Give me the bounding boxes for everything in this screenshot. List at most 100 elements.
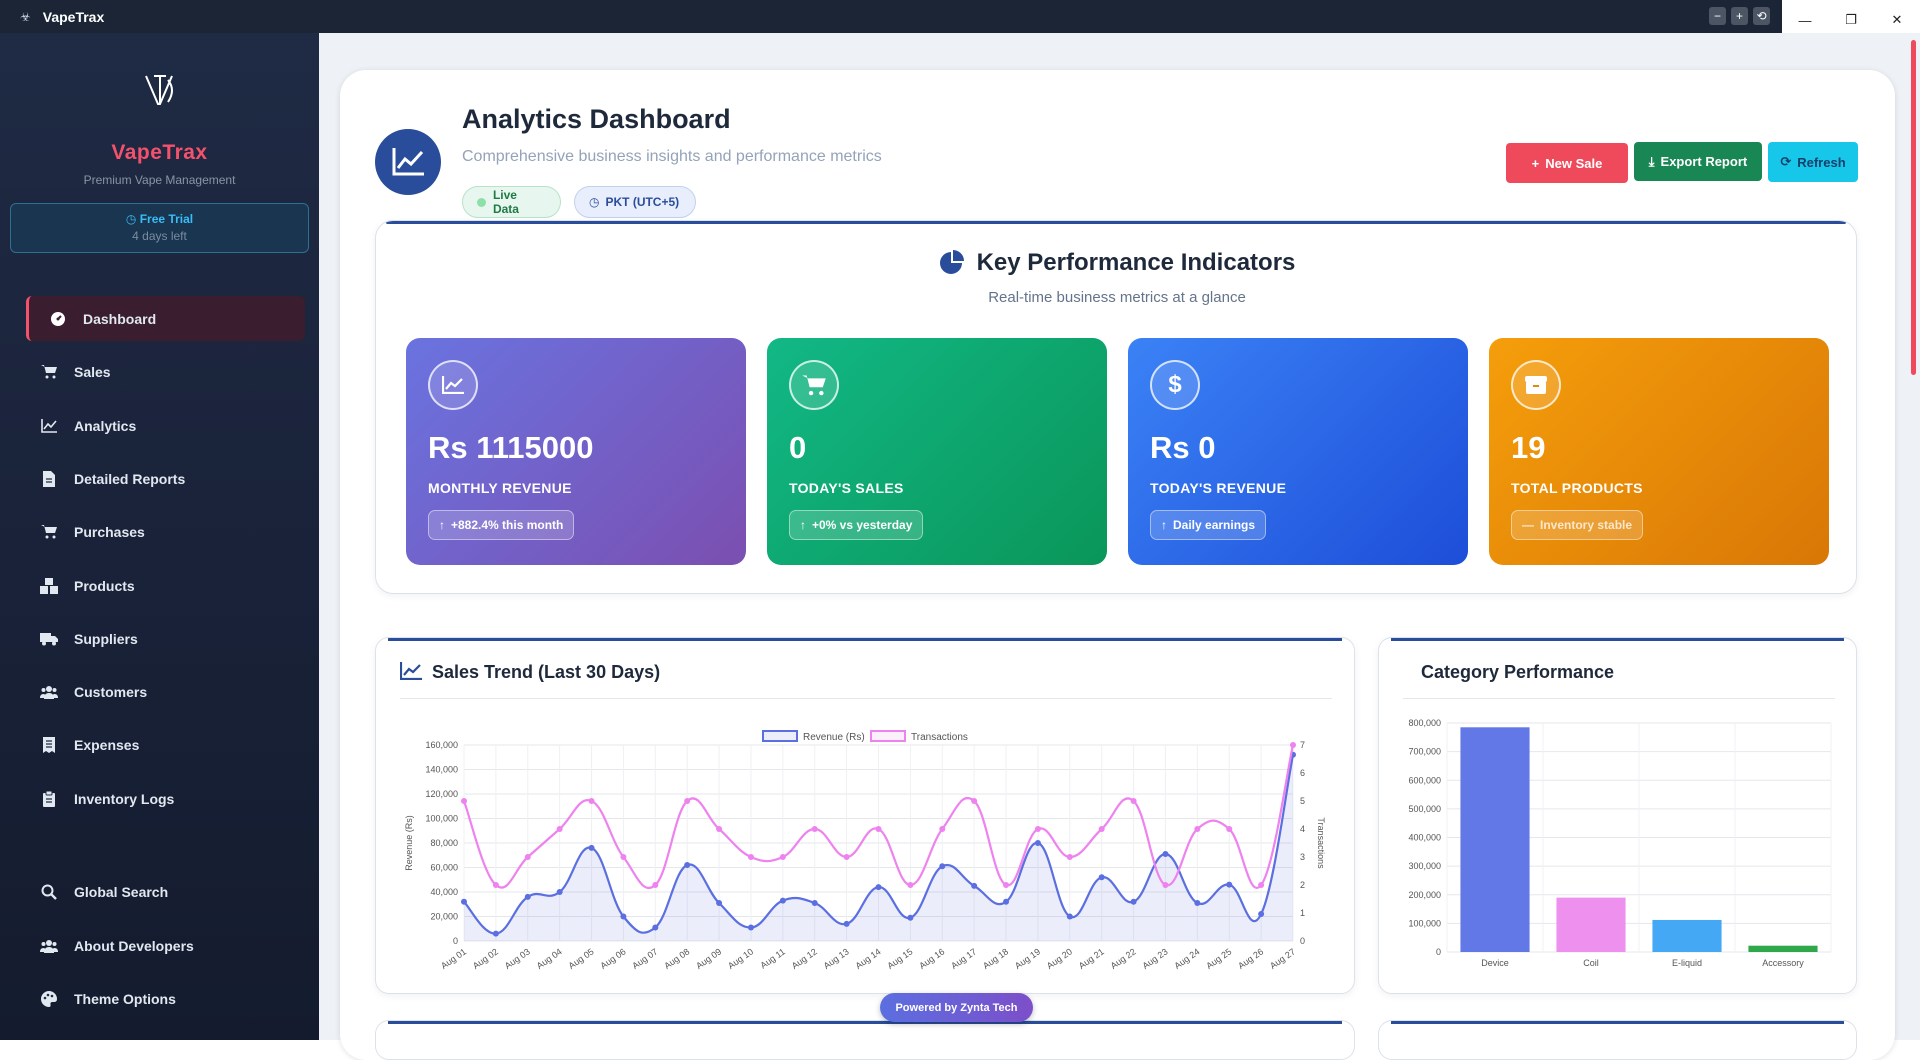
card-accent-line xyxy=(1391,638,1844,641)
category-chart[interactable]: 0 100,000 200,000 300,000 400,000 500,000 600,… xyxy=(1379,695,1857,994)
revenue-point xyxy=(620,913,627,920)
sidebar-item-detailed-reports[interactable]: Detailed Reports xyxy=(26,456,305,501)
kpi-card-todays-revenue[interactable]: $ Rs 0 TODAY'S REVENUE ↑ Daily earnings xyxy=(1128,338,1468,565)
new-sale-button[interactable]: + New Sale xyxy=(1506,143,1628,183)
reload-button[interactable]: ⟲ xyxy=(1753,7,1770,25)
sidebar-item-inventory-logs[interactable]: Inventory Logs xyxy=(26,776,305,821)
line-chart-icon xyxy=(399,662,422,681)
x-tick-label: Aug 27 xyxy=(1268,946,1297,971)
y-tick-label: 160,000 xyxy=(425,740,458,750)
x-tick-label: Aug 16 xyxy=(917,946,946,971)
users-icon xyxy=(40,939,58,953)
sidebar-item-dashboard[interactable]: Dashboard xyxy=(26,296,305,341)
box-icon xyxy=(1511,360,1561,410)
revenue-point xyxy=(1066,913,1073,920)
zoom-in-button[interactable]: + xyxy=(1731,7,1748,25)
users-icon xyxy=(40,685,58,699)
revenue-point xyxy=(716,900,723,907)
cart-icon xyxy=(40,364,58,379)
transactions-point xyxy=(971,798,978,804)
transactions-point xyxy=(461,798,467,804)
x-tick-label: Aug 20 xyxy=(1045,946,1074,971)
sidebar-item-sales[interactable]: Sales xyxy=(26,349,305,394)
sidebar-item-customers[interactable]: Customers xyxy=(26,669,305,714)
clock-icon: ◷ xyxy=(589,195,600,209)
truck-icon xyxy=(40,632,58,646)
transactions-point xyxy=(556,826,563,832)
revenue-point xyxy=(588,844,595,851)
sidebar-item-theme-options[interactable]: Theme Options xyxy=(26,976,305,1021)
kpi-subtitle: Real-time business metrics at a glance xyxy=(988,289,1246,306)
cart-icon xyxy=(789,360,839,410)
sidebar-item-expenses[interactable]: Expenses xyxy=(26,722,305,767)
revenue-point xyxy=(524,893,531,900)
app-title: VapeTrax xyxy=(42,8,105,25)
legend-label: Transactions xyxy=(911,732,968,743)
live-data-label: Live Data xyxy=(492,188,519,216)
x-tick-label: Aug 26 xyxy=(1236,946,1265,971)
y2-tick-label: 0 xyxy=(1300,936,1305,946)
y2-tick-label: 5 xyxy=(1300,796,1305,806)
y2-axis-title: Transactions xyxy=(1316,817,1326,869)
kpi-card-monthly-revenue[interactable]: Rs 1115000 MONTHLY REVENUE ↑ +882.4% this… xyxy=(406,338,746,565)
revenue-point xyxy=(1130,898,1137,905)
brand-name: VapeTrax xyxy=(111,141,208,164)
trial-badge[interactable]: ◷ Free Trial 4 days left xyxy=(10,203,309,253)
kpi-trend-text: +882.4% this month xyxy=(451,518,564,532)
sidebar-item-purchases[interactable]: Purchases xyxy=(26,509,305,554)
sidebar-item-label: Global Search xyxy=(74,883,169,900)
y-tick-label: 0 xyxy=(1436,947,1441,957)
kpi-label: TODAY'S REVENUE xyxy=(1150,480,1287,496)
kpi-card-todays-sales[interactable]: 0 TODAY'S SALES ↑ +0% vs yesterday xyxy=(767,338,1107,565)
trial-days: 4 days left xyxy=(132,229,187,243)
live-dot-icon xyxy=(477,197,486,207)
revenue-point xyxy=(461,898,467,905)
x-tick-label: Aug 25 xyxy=(1204,946,1233,971)
kpi-trend-chip: ↑ Daily earnings xyxy=(1150,510,1267,540)
sidebar-item-label: Detailed Reports xyxy=(74,470,186,487)
kpi-value: Rs 0 xyxy=(1150,430,1216,465)
kpi-title-text: Key Performance Indicators xyxy=(976,249,1296,276)
line-chart-icon xyxy=(428,360,478,410)
export-report-button[interactable]: ⤓ Export Report xyxy=(1634,142,1762,181)
cart-icon xyxy=(40,524,58,539)
clock-icon: ◷ xyxy=(125,212,137,226)
sidebar-item-suppliers[interactable]: Suppliers xyxy=(26,616,305,661)
kpi-trend-chip: ↑ +0% vs yesterday xyxy=(789,510,924,540)
sidebar: VapeTrax Premium Vape Management ◷ Free … xyxy=(0,33,319,1040)
timezone-label: PKT (UTC+5) xyxy=(605,195,680,209)
dollar-icon: $ xyxy=(1150,360,1200,410)
x-tick-label: Accessory xyxy=(1762,958,1804,968)
line-chart-icon xyxy=(40,418,58,433)
card-accent-line xyxy=(388,638,1342,641)
y-tick-label: 40,000 xyxy=(430,887,458,897)
kpi-card-total-products[interactable]: 19 TOTAL PRODUCTS — Inventory stable xyxy=(1489,338,1829,565)
zoom-out-button[interactable]: − xyxy=(1709,7,1726,25)
transactions-point xyxy=(843,854,850,860)
sidebar-item-global-search[interactable]: Global Search xyxy=(26,869,305,914)
transactions-point xyxy=(1130,798,1137,804)
y2-tick-label: 7 xyxy=(1300,740,1305,750)
bar xyxy=(1460,727,1530,952)
transactions-point xyxy=(1098,826,1105,832)
x-tick-label: Aug 11 xyxy=(758,946,787,970)
sidebar-item-about-developers[interactable]: About Developers xyxy=(26,923,305,968)
transactions-point xyxy=(652,882,659,888)
scrollbar-thumb[interactable] xyxy=(1911,40,1916,375)
y-axis-title: Revenue (Rs) xyxy=(404,815,414,871)
x-tick-label: Coil xyxy=(1583,958,1599,968)
receipt-icon xyxy=(40,736,58,753)
x-tick-label: Aug 14 xyxy=(854,946,883,971)
refresh-button[interactable]: ⟳ Refresh xyxy=(1768,142,1858,182)
sidebar-item-analytics[interactable]: Analytics xyxy=(26,403,305,448)
brand-logo-svg xyxy=(145,75,173,105)
x-tick-label: Aug 22 xyxy=(1109,946,1138,971)
sidebar-item-label: Purchases xyxy=(74,523,145,540)
x-tick-label: Aug 10 xyxy=(726,946,755,971)
transactions-point xyxy=(1034,826,1041,832)
clipboard-icon xyxy=(40,790,58,807)
sidebar-item-products[interactable]: Products xyxy=(26,563,305,608)
sales-trend-chart[interactable]: 0 20,000 40,000 60,000 80,000 100,000 120,000 1… xyxy=(376,695,1355,994)
revenue-point xyxy=(971,882,978,889)
powered-by-badge[interactable]: Powered by Zynta Tech xyxy=(880,993,1033,1022)
